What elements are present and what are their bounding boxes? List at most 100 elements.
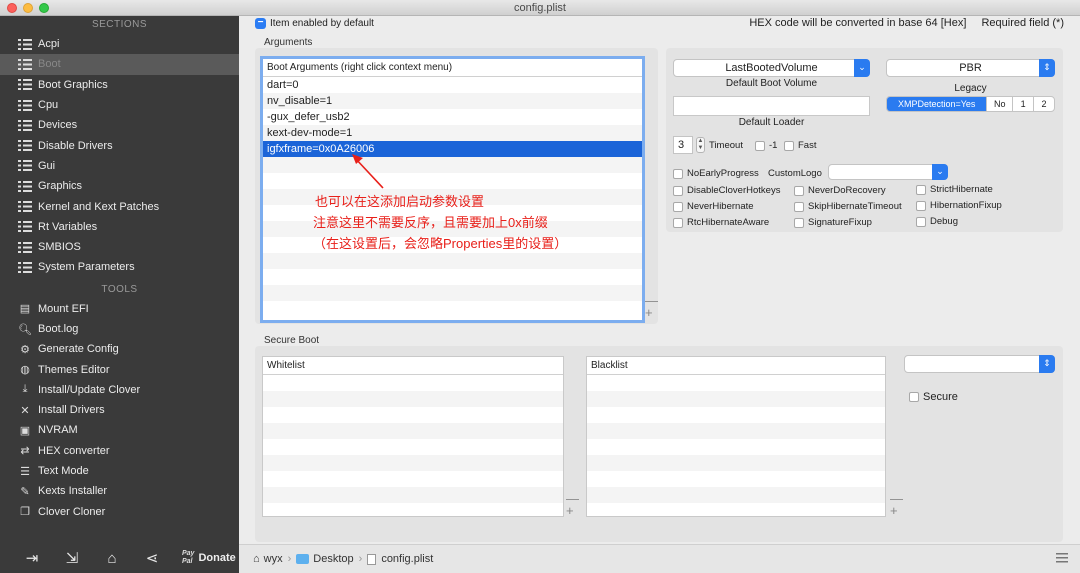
tool-item-mount-efi[interactable]: ▤ Mount EFI [0, 299, 239, 319]
export-icon[interactable]: ⇲ [52, 549, 92, 567]
boot-argument-row[interactable]: igfxframe=0x0A26006 [263, 141, 642, 157]
timeout-stepper[interactable]: ▲ ▼ [696, 137, 705, 153]
table-row[interactable] [263, 471, 563, 487]
whitelist-header[interactable]: Whitelist [263, 357, 563, 375]
secure-checkbox[interactable]: Secure [909, 391, 958, 403]
boot-argument-row[interactable] [263, 173, 642, 189]
tool-item-boot-log[interactable]: 🔍︎ Boot.log [0, 319, 239, 339]
default-boot-volume-value: LastBootedVolume [725, 62, 818, 74]
default-loader-field[interactable] [673, 96, 870, 116]
neverhibernate-checkbox[interactable]: NeverHibernate [673, 201, 754, 212]
table-row[interactable] [587, 487, 885, 503]
custom-logo-select[interactable]: ⌄ [828, 164, 948, 180]
donate-button[interactable]: Pay Pal Donate [182, 550, 236, 566]
table-row[interactable] [263, 439, 563, 455]
sidebar-item-boot[interactable]: Boot [0, 54, 239, 75]
whitelist-table[interactable]: Whitelist [262, 356, 564, 517]
legacy-select[interactable]: PBR ⇕ [886, 59, 1055, 77]
minimize-window-button[interactable] [23, 3, 33, 13]
boot-argument-row[interactable]: dart=0 [263, 77, 642, 93]
blacklist-table[interactable]: Blacklist [586, 356, 886, 517]
xmp-2-segment[interactable]: 2 [1033, 97, 1054, 111]
path-file[interactable]: config.plist [381, 553, 433, 565]
home-icon[interactable]: ⌂ [92, 550, 132, 567]
sidebar-item-devices[interactable]: Devices [0, 115, 239, 135]
minus-one-checkbox[interactable]: -1 [755, 140, 777, 151]
boot-argument-row[interactable] [263, 157, 642, 173]
tool-item-clover-cloner[interactable]: ❐ Clover Cloner [0, 502, 239, 522]
boot-argument-row[interactable] [263, 285, 642, 301]
table-row[interactable] [587, 423, 885, 439]
signaturefixup-checkbox[interactable]: SignatureFixup [794, 217, 872, 228]
sidebar-item-boot-graphics[interactable]: Boot Graphics [0, 75, 239, 95]
path-folder[interactable]: Desktop [313, 553, 353, 565]
menu-icon[interactable] [1056, 553, 1068, 563]
default-boot-volume-select[interactable]: LastBootedVolume ⌄ [673, 59, 870, 77]
tool-item-text-mode[interactable]: ☰ Text Mode [0, 461, 239, 481]
hibernationfixup-checkbox[interactable]: HibernationFixup [916, 200, 1002, 211]
debug-checkbox[interactable]: Debug [916, 216, 958, 227]
table-row[interactable] [263, 423, 563, 439]
tool-item-themes-editor[interactable]: ◍ Themes Editor [0, 359, 239, 379]
add-arg-button[interactable]: + [645, 306, 653, 319]
boot-arguments-header[interactable]: Boot Arguments (right click context menu… [263, 59, 642, 77]
sidebar-item-kernel-and-kext-patches[interactable]: Kernel and Kext Patches [0, 196, 239, 216]
sidebar-item-graphics[interactable]: Graphics [0, 176, 239, 196]
close-window-button[interactable] [7, 3, 17, 13]
secure-boot-group-label: Secure Boot [264, 335, 320, 346]
table-row[interactable] [587, 503, 885, 516]
whitelist-add-button[interactable]: + [566, 504, 574, 517]
timeout-field[interactable]: 3 [673, 136, 693, 154]
table-row[interactable] [263, 487, 563, 503]
boot-argument-row[interactable] [263, 269, 642, 285]
table-row[interactable] [263, 375, 563, 391]
boot-argument-row[interactable]: kext-dev-mode=1 [263, 125, 642, 141]
sidebar-item-system-parameters[interactable]: System Parameters [0, 257, 239, 277]
annotation-line-3: （在这设置后，会忽略Properties里的设置） [313, 236, 568, 251]
tool-item-install-update-clover[interactable]: ⤓ Install/Update Clover [0, 380, 239, 400]
table-row[interactable] [587, 471, 885, 487]
zoom-window-button[interactable] [39, 3, 49, 13]
secure-boot-policy-select[interactable]: ⇕ [904, 355, 1055, 373]
stricthibernate-checkbox[interactable]: StrictHibernate [916, 184, 993, 195]
no-early-progress-checkbox[interactable]: NoEarlyProgress [673, 168, 759, 179]
table-row[interactable] [263, 503, 563, 516]
table-row[interactable] [587, 439, 885, 455]
table-row[interactable] [587, 375, 885, 391]
sidebar-item-rt-variables[interactable]: Rt Variables [0, 217, 239, 237]
boot-argument-row[interactable]: -gux_defer_usb2 [263, 109, 642, 125]
tool-item-install-drivers[interactable]: ✕ Install Drivers [0, 400, 239, 420]
sidebar-item-smbios[interactable]: SMBIOS [0, 237, 239, 257]
blacklist-add-button[interactable]: + [890, 504, 898, 517]
table-row[interactable] [263, 455, 563, 471]
tool-item-generate-config[interactable]: ⚙ Generate Config [0, 339, 239, 359]
boot-arguments-table[interactable]: Boot Arguments (right click context menu… [260, 56, 645, 323]
import-icon[interactable]: ⇥ [12, 549, 52, 567]
boot-argument-row[interactable] [263, 253, 642, 269]
blacklist-header[interactable]: Blacklist [587, 357, 885, 375]
table-row[interactable] [587, 407, 885, 423]
fast-checkbox[interactable]: Fast [784, 140, 816, 151]
boot-argument-row[interactable]: nv_disable=1 [263, 93, 642, 109]
xmp-no-segment[interactable]: No [986, 97, 1012, 111]
table-row[interactable] [587, 391, 885, 407]
skiphibernatetimeout-checkbox[interactable]: SkipHibernateTimeout [794, 201, 902, 212]
table-row[interactable] [263, 407, 563, 423]
table-row[interactable] [587, 455, 885, 471]
updown-chevron-icon: ⇕ [1039, 59, 1055, 77]
disablecloverhotkeys-checkbox[interactable]: DisableCloverHotkeys [673, 185, 780, 196]
tool-item-kexts-installer[interactable]: ✎ Kexts Installer [0, 481, 239, 501]
sidebar-item-gui[interactable]: Gui [0, 156, 239, 176]
path-home[interactable]: wyx [264, 553, 283, 565]
xmp-1-segment[interactable]: 1 [1012, 97, 1033, 111]
sidebar-item-cpu[interactable]: Cpu [0, 95, 239, 115]
xmp-yes-segment[interactable]: XMPDetection=Yes [887, 97, 987, 111]
tool-item-nvram[interactable]: ▣ NVRAM [0, 420, 239, 440]
sidebar-item-disable-drivers[interactable]: Disable Drivers [0, 135, 239, 155]
tool-item-hex-converter[interactable]: ⇄ HEX converter [0, 441, 239, 461]
neverdorecovery-checkbox[interactable]: NeverDoRecovery [794, 185, 886, 196]
share-icon[interactable]: ⋖ [132, 549, 172, 567]
sidebar-item-acpi[interactable]: Acpi [0, 34, 239, 54]
table-row[interactable] [263, 391, 563, 407]
rtchibernateaware-checkbox[interactable]: RtcHibernateAware [673, 217, 769, 228]
